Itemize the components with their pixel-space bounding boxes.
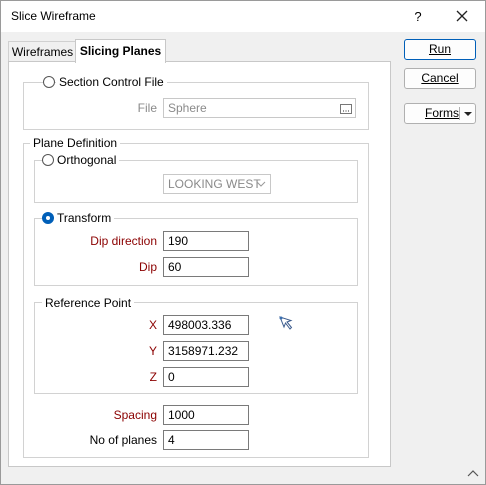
- chevron-up-icon[interactable]: [467, 467, 479, 481]
- plane-definition-label: Plane Definition: [30, 136, 121, 150]
- chevron-down-icon[interactable]: [463, 104, 473, 129]
- spacing-input[interactable]: 1000: [163, 405, 249, 425]
- forms-divider: [459, 107, 460, 120]
- forms-button[interactable]: Forms: [404, 103, 476, 124]
- x-label: X: [148, 318, 157, 332]
- num-planes-input[interactable]: 4: [163, 430, 249, 450]
- dip-input[interactable]: 60: [163, 257, 249, 277]
- cancel-button[interactable]: Cancel: [404, 68, 476, 89]
- dip-label: Dip: [138, 260, 157, 274]
- orthogonal-radio[interactable]: [42, 154, 54, 166]
- close-icon[interactable]: [449, 7, 475, 27]
- reference-point-label: Reference Point: [42, 296, 135, 310]
- section-control-radio[interactable]: [43, 76, 55, 88]
- z-label: Z: [149, 370, 157, 384]
- y-input[interactable]: 3158971.232: [163, 341, 249, 361]
- orthogonal-label: Orthogonal: [54, 153, 120, 167]
- run-button[interactable]: Run: [404, 39, 476, 60]
- tab-slicing-planes[interactable]: Slicing Planes: [75, 39, 166, 63]
- chevron-down-icon: [256, 175, 266, 198]
- window-title: Slice Wireframe: [11, 9, 96, 23]
- orientation-select[interactable]: LOOKING WEST: [163, 174, 271, 194]
- x-input[interactable]: 498003.336: [163, 315, 249, 335]
- transform-radio[interactable]: [42, 212, 54, 224]
- run-label: Run: [428, 42, 451, 56]
- file-value: Sphere: [168, 101, 207, 115]
- slicing-planes-panel: Section Control File File Sphere Plane D…: [8, 61, 391, 467]
- spacing-label: Spacing: [113, 408, 157, 422]
- cancel-label: Cancel: [421, 71, 459, 85]
- help-icon[interactable]: ?: [407, 7, 429, 27]
- forms-label: Forms: [425, 106, 459, 120]
- section-control-label: Section Control File: [56, 75, 167, 89]
- transform-label: Transform: [54, 211, 115, 225]
- dip-direction-input[interactable]: 190: [163, 231, 249, 251]
- num-planes-label: No of planes: [89, 433, 157, 447]
- dialog-window: Slice Wireframe ? Wireframes Slicing Pla…: [0, 0, 486, 485]
- z-input[interactable]: 0: [163, 367, 249, 387]
- dip-direction-label: Dip direction: [90, 234, 157, 248]
- pick-point-icon[interactable]: [278, 315, 294, 334]
- file-field[interactable]: Sphere: [163, 98, 356, 118]
- browse-icon[interactable]: [340, 102, 352, 120]
- file-label: File: [137, 101, 157, 115]
- title-bar: Slice Wireframe ?: [1, 1, 485, 32]
- orientation-value: LOOKING WEST: [168, 177, 261, 191]
- tab-wireframes[interactable]: Wireframes: [8, 41, 77, 62]
- y-label: Y: [148, 344, 157, 358]
